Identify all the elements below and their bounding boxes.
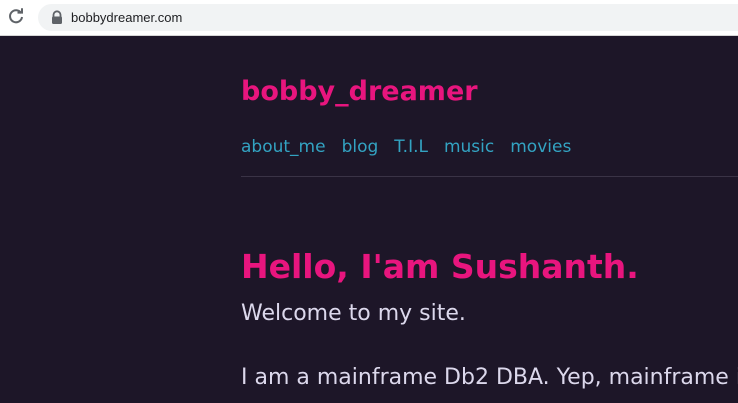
header-divider <box>241 176 738 177</box>
welcome-text: Welcome to my site. <box>241 301 466 326</box>
reload-icon[interactable] <box>7 8 25 26</box>
page-content: bobby_dreamer about_me blog T.I.L music … <box>0 36 738 403</box>
nav-link-about-me[interactable]: about_me <box>241 136 326 158</box>
site-nav: about_me blog T.I.L music movies <box>241 136 571 158</box>
nav-link-blog[interactable]: blog <box>342 136 379 158</box>
browser-toolbar: bobbydreamer.com <box>0 0 738 36</box>
address-bar[interactable]: bobbydreamer.com <box>38 4 738 31</box>
nav-link-til[interactable]: T.I.L <box>394 136 428 158</box>
site-title[interactable]: bobby_dreamer <box>241 76 478 108</box>
nav-link-movies[interactable]: movies <box>510 136 571 158</box>
page-heading: Hello, I'am Sushanth. <box>241 247 639 286</box>
nav-link-music[interactable]: music <box>444 136 494 158</box>
intro-text: I am a mainframe Db2 DBA. Yep, mainframe… <box>241 365 738 390</box>
url-text: bobbydreamer.com <box>71 10 183 25</box>
lock-icon[interactable] <box>50 10 64 25</box>
